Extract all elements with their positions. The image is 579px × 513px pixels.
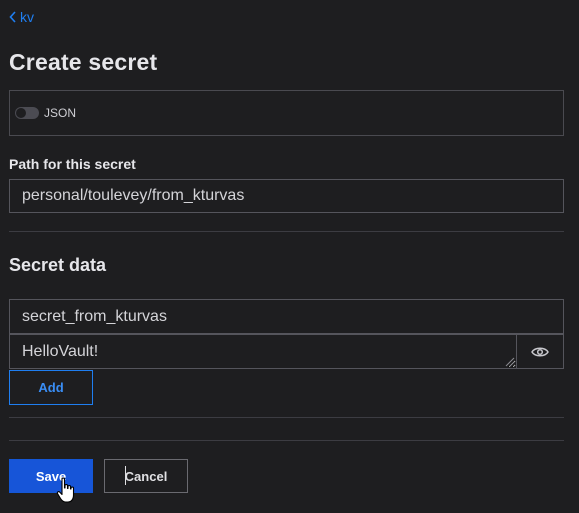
eye-icon: [531, 347, 549, 356]
breadcrumb[interactable]: kv: [9, 9, 34, 25]
json-toggle-container: JSON: [9, 90, 564, 136]
secret-data-title: Secret data: [9, 255, 107, 275]
divider: [9, 417, 564, 418]
json-toggle-label: JSON: [44, 106, 77, 120]
json-toggle[interactable]: [15, 107, 39, 119]
secret-key-input[interactable]: [9, 299, 564, 334]
reveal-secret-button[interactable]: [516, 334, 564, 369]
breadcrumb-label: kv: [20, 9, 34, 25]
chevron-left-icon: [9, 11, 16, 23]
path-input[interactable]: [9, 179, 564, 213]
text-caret: [125, 466, 126, 485]
save-button[interactable]: Save: [9, 459, 93, 493]
toggle-knob: [16, 108, 26, 118]
page-title: Create secret: [9, 49, 158, 75]
path-label: Path for this secret: [9, 156, 136, 172]
divider: [9, 440, 564, 441]
secret-value-input[interactable]: HelloVault!: [9, 334, 517, 369]
cancel-button[interactable]: Cancel: [104, 459, 188, 493]
add-button[interactable]: Add: [9, 370, 93, 405]
divider: [9, 231, 564, 232]
